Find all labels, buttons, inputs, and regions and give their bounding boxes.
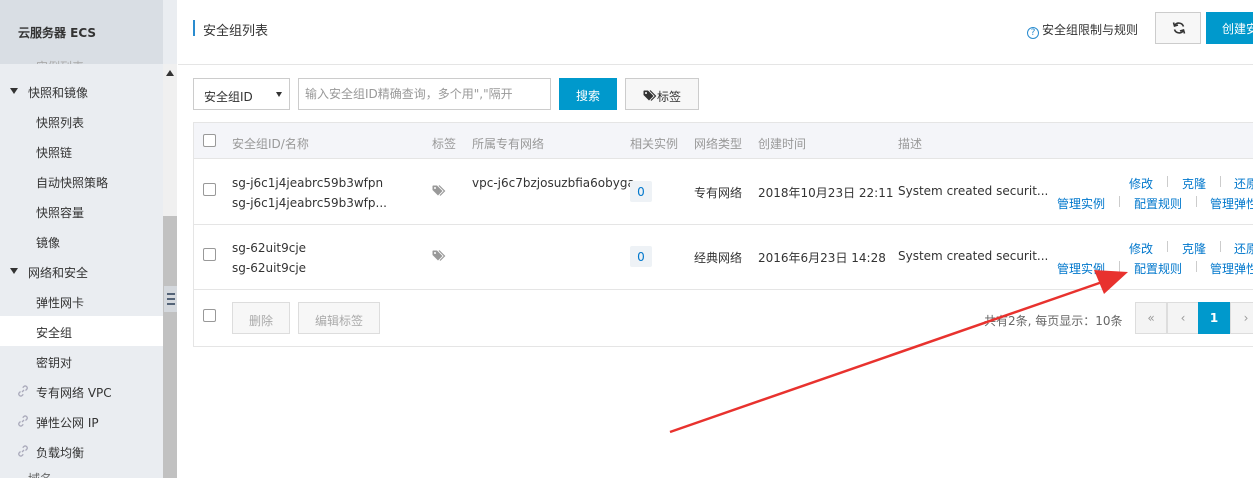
- annotation-arrow: [669, 270, 1128, 434]
